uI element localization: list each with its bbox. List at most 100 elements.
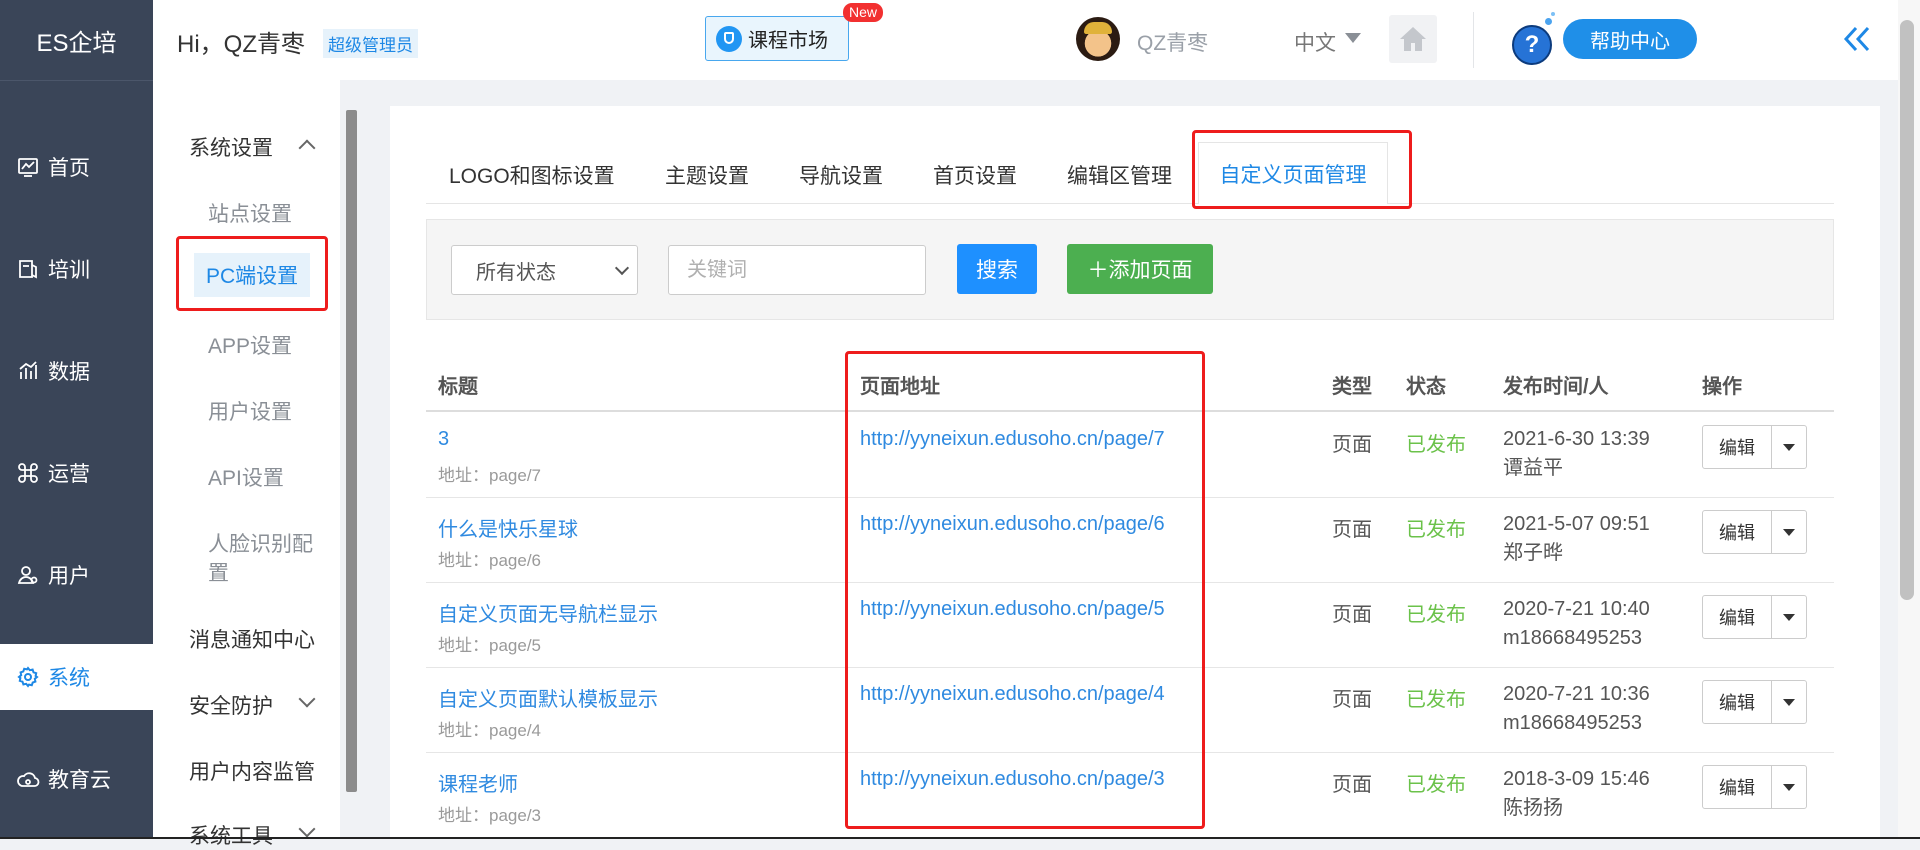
add-page-button[interactable]: ＋添加页面	[1067, 244, 1213, 294]
double-chevron-left-icon[interactable]	[1840, 22, 1874, 56]
row-address: 地址：page/3	[438, 806, 541, 825]
course-market-button[interactable]: 课程市场	[705, 16, 849, 61]
help-bubble-dot	[1545, 18, 1552, 25]
row-type: 页面	[1332, 689, 1372, 711]
row-url-link[interactable]: http://yyneixun.edusoho.cn/page/5	[860, 598, 1165, 621]
row-title-link[interactable]: 自定义页面无导航栏显示	[438, 598, 658, 627]
tab-editor-area[interactable]: 编辑区管理	[1067, 160, 1172, 190]
nav-item-data[interactable]: 数据	[0, 338, 153, 404]
username[interactable]: QZ青枣	[1137, 27, 1208, 57]
subnav-group-message-center[interactable]: 消息通知中心	[189, 624, 315, 654]
main-sidebar: ES企培 首页 培训 数据 运营 用户 系统 教育云	[0, 0, 153, 839]
tab-logo-icons[interactable]: LOGO和图标设置	[449, 160, 615, 190]
row-publish-time: 2020-7-21 10:40	[1503, 598, 1650, 620]
row-url-link[interactable]: http://yyneixun.edusoho.cn/page/3	[860, 768, 1165, 791]
keyword-input[interactable]	[668, 245, 926, 295]
sidebar-scrollbar-thumb[interactable]	[346, 110, 357, 792]
page-scrollbar-thumb[interactable]	[1900, 20, 1914, 600]
column-header-type: 类型	[1332, 376, 1372, 398]
caret-down-icon[interactable]	[1345, 33, 1361, 43]
content-card	[390, 106, 1880, 839]
caret-down-icon[interactable]	[1771, 681, 1806, 723]
caret-down-icon[interactable]	[1771, 596, 1806, 638]
row-title-link[interactable]: 自定义页面默认模板显示	[438, 683, 658, 712]
home-button[interactable]	[1389, 15, 1437, 63]
tabs-divider	[426, 203, 1834, 204]
course-market-label: 课程市场	[748, 30, 828, 52]
subnav-group-system-settings[interactable]: 系统设置	[189, 132, 273, 162]
row-url-link[interactable]: http://yyneixun.edusoho.cn/page/7	[860, 428, 1165, 451]
column-header-status: 状态	[1406, 376, 1446, 398]
brand-logo[interactable]: ES企培	[0, 0, 153, 81]
subnav-item-user[interactable]: 用户设置	[208, 396, 292, 426]
search-button[interactable]: 搜索	[957, 244, 1037, 294]
row-publish-time: 2021-5-07 09:51	[1503, 513, 1650, 535]
edit-button[interactable]: 编辑	[1703, 766, 1772, 808]
secondary-sidebar	[153, 80, 340, 839]
row-publish-time: 2021-6-30 13:39	[1503, 428, 1650, 450]
subnav-group-system-tools[interactable]: 系统工具	[189, 820, 273, 850]
row-actions: 编辑	[1702, 510, 1807, 554]
role-badge: 超级管理员	[323, 29, 418, 58]
row-publisher: 谭益平	[1503, 457, 1563, 479]
training-icon	[19, 260, 37, 279]
nav-item-edu-cloud[interactable]: 教育云	[0, 746, 153, 812]
nav-item-users[interactable]: 用户	[0, 542, 153, 608]
caret-down-icon[interactable]	[1771, 766, 1806, 808]
row-address: 地址：page/7	[438, 466, 541, 485]
tab-theme[interactable]: 主题设置	[665, 160, 749, 190]
row-title-link[interactable]: 什么是快乐星球	[438, 513, 578, 542]
edit-button[interactable]: 编辑	[1703, 426, 1772, 468]
row-address: 地址：page/4	[438, 721, 541, 740]
nav-label: 培训	[48, 259, 90, 282]
caret-down-icon[interactable]	[1771, 511, 1806, 553]
row-actions: 编辑	[1702, 765, 1807, 809]
subnav-item-api[interactable]: API设置	[208, 462, 284, 492]
language-selector[interactable]: 中文	[1294, 27, 1336, 57]
nav-label: 系统	[48, 667, 90, 690]
subnav-item-face-line1[interactable]: 人脸识别配	[208, 528, 313, 558]
row-type: 页面	[1332, 519, 1372, 541]
greeting: Hi，QZ青枣	[177, 31, 305, 58]
nav-label: 首页	[48, 157, 90, 180]
table-header-divider	[426, 410, 1834, 412]
cloud-icon	[17, 772, 40, 787]
row-actions: 编辑	[1702, 425, 1807, 469]
row-status: 已发布	[1406, 689, 1466, 711]
subnav-item-face-line2[interactable]: 置	[208, 557, 229, 587]
row-url-link[interactable]: http://yyneixun.edusoho.cn/page/6	[860, 513, 1165, 536]
subnav-item-app[interactable]: APP设置	[208, 330, 292, 360]
nav-item-training[interactable]: 培训	[0, 236, 153, 302]
row-publish-time: 2018-3-09 15:46	[1503, 768, 1650, 790]
row-status: 已发布	[1406, 774, 1466, 796]
row-status: 已发布	[1406, 604, 1466, 626]
edit-button[interactable]: 编辑	[1703, 511, 1772, 553]
subnav-group-content-monitor[interactable]: 用户内容监管	[189, 756, 315, 786]
row-title-link[interactable]: 3	[438, 428, 449, 451]
edit-button[interactable]: 编辑	[1703, 681, 1772, 723]
nav-item-operations[interactable]: 运营	[0, 440, 153, 506]
tab-homepage[interactable]: 首页设置	[933, 160, 1017, 190]
status-select[interactable]: 所有状态	[451, 245, 638, 295]
subnav-group-security[interactable]: 安全防护	[189, 690, 273, 720]
row-title-link[interactable]: 课程老师	[438, 768, 518, 797]
subnav-item-site[interactable]: 站点设置	[208, 198, 292, 228]
row-url-link[interactable]: http://yyneixun.edusoho.cn/page/4	[860, 683, 1165, 706]
avatar[interactable]	[1076, 17, 1120, 61]
row-type: 页面	[1332, 604, 1372, 626]
caret-down-icon[interactable]	[1771, 426, 1806, 468]
edit-button[interactable]: 编辑	[1703, 596, 1772, 638]
subnav-item-pc[interactable]: PC端设置	[194, 253, 311, 297]
nav-item-system[interactable]: 系统	[0, 644, 153, 710]
row-status: 已发布	[1406, 434, 1466, 456]
command-icon	[18, 463, 38, 483]
new-badge: New	[843, 3, 884, 22]
nav-item-home[interactable]: 首页	[0, 134, 153, 200]
nav-label: 运营	[48, 463, 90, 486]
tab-custom-pages[interactable]: 自定义页面管理	[1198, 142, 1388, 204]
row-divider	[426, 582, 1834, 583]
user-icon	[17, 566, 38, 584]
help-center-button[interactable]: 帮助中心	[1563, 19, 1697, 59]
tab-navigation[interactable]: 导航设置	[799, 160, 883, 190]
help-question-icon[interactable]: ?	[1512, 25, 1552, 65]
